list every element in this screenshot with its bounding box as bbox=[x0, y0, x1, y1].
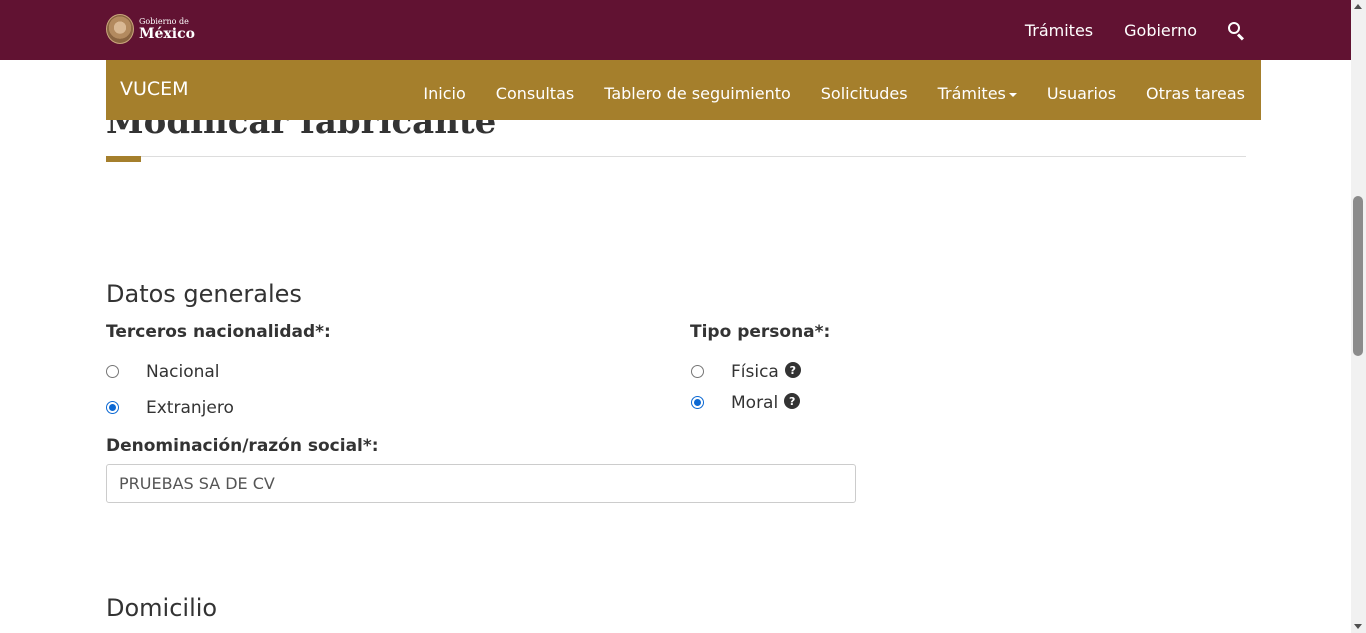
nav-tramites-label: Trámites bbox=[937, 84, 1006, 103]
radio-fisica[interactable] bbox=[691, 364, 704, 378]
radio-label-nacional: Nacional bbox=[146, 362, 220, 382]
radio-moral[interactable] bbox=[691, 395, 704, 409]
radio-option-extranjero[interactable]: Extranjero bbox=[106, 398, 234, 418]
caret-down-icon bbox=[1008, 93, 1017, 97]
nav-solicitudes[interactable]: Solicitudes bbox=[821, 84, 908, 103]
nav-otras-tareas[interactable]: Otras tareas bbox=[1146, 84, 1245, 103]
nav-tramites-dropdown[interactable]: Trámites bbox=[938, 84, 1017, 103]
logo-big-text: México bbox=[139, 25, 195, 42]
section-heading-datos-generales: Datos generales bbox=[106, 280, 302, 308]
vertical-scrollbar[interactable] bbox=[1351, 0, 1366, 633]
national-seal-icon bbox=[106, 14, 134, 44]
radio-nacional[interactable] bbox=[106, 364, 119, 378]
radio-option-fisica[interactable]: Física ? bbox=[691, 362, 801, 382]
label-terceros-nacionalidad: Terceros nacionalidad*: bbox=[106, 322, 331, 342]
radio-label-fisica: Física bbox=[731, 362, 779, 382]
nav-inicio[interactable]: Inicio bbox=[423, 84, 465, 103]
label-denominacion-razon-social: Denominación/razón social*: bbox=[106, 436, 379, 456]
radio-extranjero[interactable] bbox=[106, 400, 119, 414]
nav-consultas[interactable]: Consultas bbox=[496, 84, 574, 103]
question-circle-icon[interactable]: ? bbox=[784, 393, 801, 409]
top-links: Trámites Gobierno bbox=[994, 0, 1245, 60]
top-link-gobierno[interactable]: Gobierno bbox=[1124, 21, 1197, 40]
top-link-tramites[interactable]: Trámites bbox=[1025, 21, 1093, 40]
scroll-thumb[interactable] bbox=[1353, 196, 1363, 356]
logo-small-text: Gobierno de bbox=[139, 16, 189, 26]
radio-option-nacional[interactable]: Nacional bbox=[106, 362, 220, 382]
title-accent-bar bbox=[106, 156, 141, 162]
question-circle-icon[interactable]: ? bbox=[784, 362, 801, 378]
radio-label-moral: Moral bbox=[731, 393, 779, 413]
nav-tablero-seguimiento[interactable]: Tablero de seguimiento bbox=[604, 84, 791, 103]
search-icon[interactable] bbox=[1227, 21, 1245, 41]
nav-usuarios[interactable]: Usuarios bbox=[1047, 84, 1116, 103]
label-tipo-persona: Tipo persona*: bbox=[690, 322, 831, 342]
radio-option-moral[interactable]: Moral ? bbox=[691, 393, 801, 413]
title-divider bbox=[106, 156, 1246, 157]
scroll-down-arrow-icon[interactable] bbox=[1354, 624, 1362, 629]
top-header: Gobierno de México Trámites Gobierno bbox=[0, 0, 1351, 60]
scroll-up-arrow-icon[interactable] bbox=[1354, 4, 1362, 9]
radio-label-extranjero: Extranjero bbox=[146, 398, 234, 418]
vucem-brand[interactable]: VUCEM bbox=[120, 78, 189, 100]
denominacion-input[interactable] bbox=[106, 464, 856, 503]
gobierno-de-mexico-logo[interactable]: Gobierno de México bbox=[106, 14, 195, 44]
section-heading-domicilio: Domicilio bbox=[106, 594, 218, 622]
vucem-navbar: VUCEM Inicio Consultas Tablero de seguim… bbox=[106, 60, 1261, 120]
